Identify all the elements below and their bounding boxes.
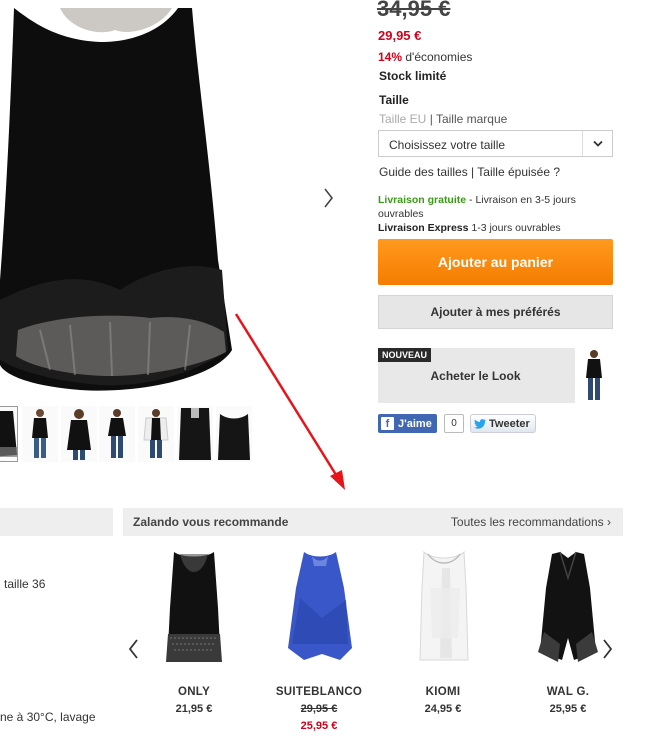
chevron-down-icon bbox=[582, 131, 612, 156]
size-system-switch: Taille EU | Taille marque bbox=[379, 112, 507, 126]
product-thumbnail[interactable] bbox=[177, 406, 213, 462]
recommended-product-brand[interactable]: SUITEBLANCO bbox=[264, 686, 374, 698]
size-guide-link[interactable]: Guide des tailles bbox=[379, 165, 468, 179]
twitter-icon bbox=[474, 418, 486, 429]
tweet-button[interactable]: Tweeter bbox=[470, 414, 536, 433]
facebook-like-button[interactable]: f J'aime bbox=[378, 414, 437, 433]
size-guide-links: Guide des tailles | Taille épuisée ? bbox=[379, 165, 560, 179]
main-product-image[interactable] bbox=[0, 0, 260, 395]
product-thumbnail[interactable] bbox=[61, 406, 97, 462]
recommended-product-price: 25,95 € bbox=[549, 703, 587, 715]
recommended-product-image[interactable] bbox=[530, 548, 606, 670]
shop-the-look-button[interactable]: Acheter le Look NOUVEAU bbox=[378, 348, 613, 403]
product-care-text: ne à 30°C, lavage bbox=[0, 710, 96, 724]
facebook-like-label: J'aime bbox=[398, 417, 432, 430]
product-thumbnail[interactable] bbox=[138, 406, 174, 462]
all-recommendations-label: Toutes les recommandations bbox=[450, 515, 604, 529]
recommended-product-brand[interactable]: KIOMI bbox=[388, 686, 498, 698]
shipping-info: Livraison gratuite - Livraison en 3-5 jo… bbox=[378, 193, 608, 235]
size-guide-separator: | bbox=[467, 165, 478, 179]
savings-percent: 14% bbox=[378, 50, 403, 64]
product-thumbnail[interactable] bbox=[0, 406, 18, 462]
recommended-product-price: 24,95 € bbox=[424, 703, 462, 715]
original-price: 34,95 € bbox=[377, 0, 451, 21]
recommended-product-image[interactable] bbox=[406, 548, 482, 670]
recommended-product-image[interactable] bbox=[156, 548, 232, 670]
next-image-arrow[interactable] bbox=[322, 185, 336, 211]
express-shipping-text: 1-3 jours ouvrables bbox=[468, 222, 561, 234]
recommended-product-old-price: 29,95 € bbox=[300, 703, 338, 715]
express-shipping-label: Livraison Express bbox=[378, 222, 469, 234]
new-badge: NOUVEAU bbox=[378, 348, 432, 362]
carousel-prev-arrow[interactable] bbox=[126, 636, 140, 662]
savings-label: d'économies bbox=[402, 50, 473, 64]
look-thumbnail bbox=[575, 348, 613, 403]
recommendations-header: Zalando vous recommande Toutes les recom… bbox=[123, 508, 623, 536]
size-sold-out-link[interactable]: Taille épuisée ? bbox=[477, 165, 560, 179]
product-detail-text: taille 36 bbox=[4, 577, 46, 591]
tweet-label: Tweeter bbox=[489, 417, 530, 430]
add-to-favorites-button[interactable]: Ajouter à mes préférés bbox=[378, 295, 613, 329]
recommended-product-price: 21,95 € bbox=[175, 703, 213, 715]
facebook-icon: f bbox=[381, 417, 394, 430]
add-to-cart-button[interactable]: Ajouter au panier bbox=[378, 239, 613, 285]
size-select[interactable]: Choisissez votre taille bbox=[378, 130, 613, 157]
size-system-eu-link[interactable]: Taille EU bbox=[379, 112, 426, 126]
product-thumbnail[interactable] bbox=[216, 406, 252, 462]
sale-price: 29,95 € bbox=[378, 28, 422, 43]
size-select-value: Choisissez votre taille bbox=[389, 138, 506, 152]
size-heading: Taille bbox=[379, 93, 409, 107]
savings-text: 14% d'économies bbox=[378, 50, 472, 64]
all-recommendations-link[interactable]: Toutes les recommandations › bbox=[451, 515, 611, 529]
size-system-separator: | bbox=[426, 112, 436, 126]
recommended-product-brand[interactable]: ONLY bbox=[139, 686, 249, 698]
size-system-brand-link[interactable]: Taille marque bbox=[436, 112, 507, 126]
free-shipping-label: Livraison gratuite bbox=[378, 194, 467, 206]
recommended-product-image[interactable] bbox=[282, 548, 358, 670]
chevron-right-icon: › bbox=[607, 515, 611, 529]
facebook-like-count: 0 bbox=[444, 414, 464, 433]
product-thumbnail[interactable] bbox=[99, 406, 135, 462]
product-thumbnail[interactable] bbox=[22, 406, 58, 462]
recommendations-title: Zalando vous recommande bbox=[133, 515, 289, 529]
stock-status: Stock limité bbox=[379, 69, 447, 83]
recommended-product-price: 25,95 € bbox=[300, 720, 338, 732]
recommended-product-brand[interactable]: WAL G. bbox=[513, 686, 623, 698]
left-panel-header bbox=[0, 508, 113, 536]
